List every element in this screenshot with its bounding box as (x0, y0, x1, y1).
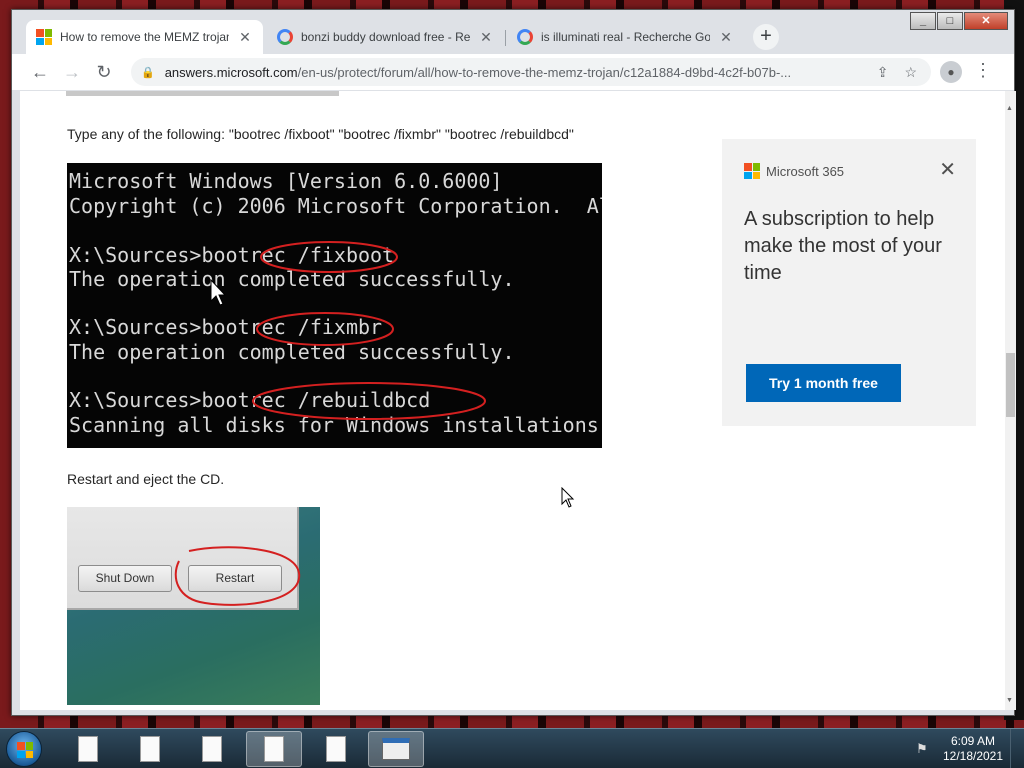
red-annotation-circle (174, 546, 301, 606)
tab-strip: How to remove the MEMZ trojan ✕ bonzi bu… (12, 10, 1014, 54)
close-icon[interactable]: ✕ (478, 29, 494, 46)
maximize-button[interactable]: □ (937, 12, 963, 30)
tab-title: How to remove the MEMZ trojan (60, 30, 229, 44)
close-icon[interactable]: ✕ (237, 29, 253, 46)
taskbar-app-window-icon[interactable] (368, 731, 424, 767)
start-button[interactable] (6, 731, 42, 767)
command-prompt-image: Microsoft Windows [Version 6.0.6000] Cop… (67, 163, 602, 448)
windows-logo-icon (17, 742, 33, 758)
instruction-text-2: Restart and eject the CD. (67, 471, 225, 487)
browser-toolbar: ← → ↻ 🔒 answers.microsoft.com/en-us/prot… (12, 54, 1014, 90)
bookmark-star-icon[interactable]: ☆ (904, 64, 917, 81)
clock-date: 12/18/2021 (942, 749, 1004, 763)
profile-avatar-icon[interactable]: ● (940, 61, 962, 83)
share-icon[interactable]: ⇪ (877, 64, 889, 81)
tab-bonzi[interactable]: bonzi buddy download free - Re ✕ (267, 20, 504, 54)
google-icon (517, 29, 533, 45)
tab-title: is illuminati real - Recherche Goo (541, 30, 710, 44)
back-arrow-icon[interactable]: ← (24, 62, 56, 83)
tab-title: bonzi buddy download free - Re (301, 30, 470, 44)
tab-memz[interactable]: How to remove the MEMZ trojan ✕ (26, 20, 263, 54)
tab-illuminati[interactable]: is illuminati real - Recherche Goo ✕ (507, 20, 744, 54)
tab-separator (505, 30, 506, 46)
microsoft-logo-icon (744, 163, 760, 179)
microsoft-icon (36, 29, 52, 45)
taskbar-document-icon[interactable] (60, 731, 116, 767)
scroll-up-icon[interactable]: ▲ (1006, 105, 1013, 112)
close-window-button[interactable]: ✕ (964, 12, 1008, 30)
microsoft-365-ad: Microsoft 365 ✕ A subscription to help m… (722, 139, 976, 426)
scrollbar-thumb[interactable] (1006, 353, 1015, 417)
new-tab-button[interactable]: + (753, 24, 779, 50)
instruction-text: Type any of the following: "bootrec /fix… (67, 126, 574, 142)
restart-dialog-image: Shut Down Restart (67, 507, 320, 705)
scroll-down-icon[interactable]: ▼ (1006, 697, 1013, 704)
page-content: Type any of the following: "bootrec /fix… (20, 91, 1005, 710)
reload-icon[interactable]: ↻ (88, 62, 120, 83)
try-free-button[interactable]: Try 1 month free (746, 364, 901, 402)
show-desktop-button[interactable] (1010, 729, 1024, 768)
url-text: answers.microsoft.com/en-us/protect/foru… (164, 64, 792, 80)
ad-logo: Microsoft 365 (744, 163, 844, 179)
taskbar-document-icon[interactable] (184, 731, 240, 767)
minimize-button[interactable]: _ (910, 12, 936, 30)
taskbar: ⚑ 6:09 AM 12/18/2021 (0, 728, 1024, 768)
action-center-flag-icon[interactable]: ⚑ (916, 741, 930, 756)
forward-arrow-icon[interactable]: → (56, 62, 88, 83)
clock-time: 6:09 AM (950, 734, 996, 748)
lock-icon: 🔒 (141, 66, 155, 79)
ad-headline: A subscription to help make the most of … (744, 208, 942, 284)
ad-brand: Microsoft 365 (766, 163, 845, 179)
vertical-scrollbar[interactable]: ▲ ▼ (1005, 91, 1016, 710)
cursor-arrow-icon (210, 279, 226, 306)
taskbar-document-icon[interactable] (122, 731, 178, 767)
browser-window: How to remove the MEMZ trojan ✕ bonzi bu… (11, 9, 1016, 716)
taskbar-document-icon-active[interactable] (246, 731, 302, 767)
window-controls: _ □ ✕ (909, 12, 1008, 30)
more-menu-icon[interactable]: ⋮ (974, 60, 992, 81)
address-bar[interactable]: 🔒 answers.microsoft.com/en-us/protect/fo… (131, 58, 931, 86)
mouse-cursor-icon (561, 487, 575, 508)
close-icon[interactable]: ✕ (718, 29, 734, 46)
close-icon[interactable]: ✕ (939, 157, 956, 182)
image-bottom-edge (66, 91, 339, 96)
red-annotation-circles (252, 241, 486, 420)
system-clock[interactable]: 6:09 AM 12/18/2021 (938, 734, 1008, 764)
google-icon (277, 29, 293, 45)
taskbar-document-icon[interactable] (308, 731, 364, 767)
